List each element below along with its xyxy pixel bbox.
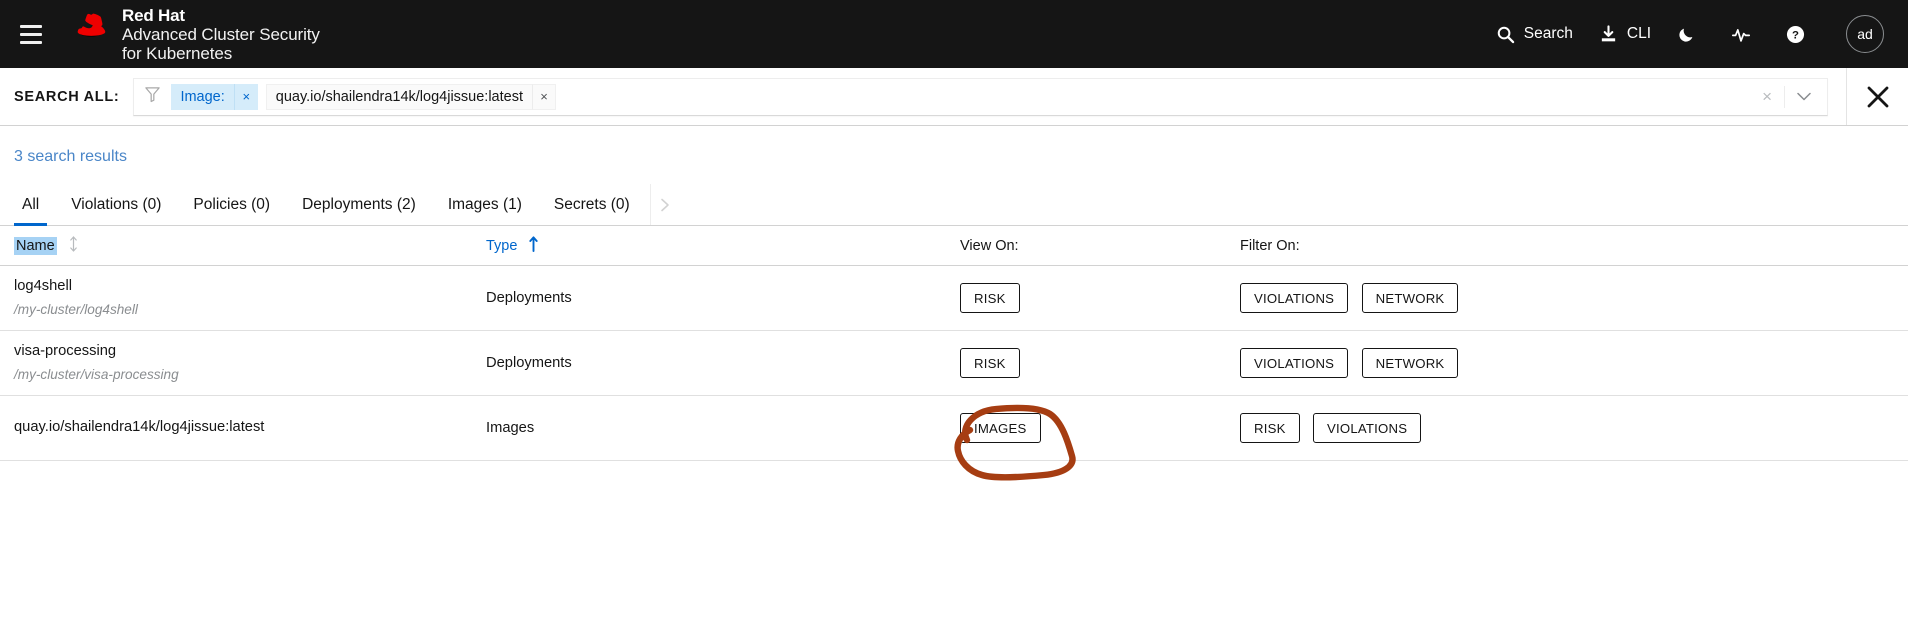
row-subtitle: /my-cluster/visa-processing	[14, 366, 179, 382]
search-input[interactable]: Image: × quay.io/shailendra14k/log4jissu…	[133, 77, 1828, 116]
hamburger-bar	[20, 32, 42, 36]
tab-images-label: Images (1)	[447, 195, 522, 213]
svg-text:?: ?	[1792, 29, 1799, 41]
moon-icon	[1677, 25, 1696, 44]
help-circle-icon: ?	[1786, 25, 1805, 44]
search-chip-value-label: quay.io/shailendra14k/log4jissue:latest	[265, 83, 532, 110]
dark-mode-toggle[interactable]	[1677, 25, 1705, 44]
search-input-actions: ×	[1750, 85, 1821, 108]
row-view-on-actions: RISK	[960, 348, 1240, 378]
masthead-actions: Search CLI ? ad	[1496, 15, 1884, 53]
column-header-type[interactable]: Type	[486, 235, 960, 256]
sortable-both-icon[interactable]	[69, 235, 78, 256]
filter-on-violations-button[interactable]: VIOLATIONS	[1313, 413, 1422, 443]
column-header-name-label: Name	[14, 236, 57, 255]
row-type: Images	[486, 420, 535, 436]
hamburger-bar	[20, 24, 42, 28]
chevron-right-icon[interactable]	[649, 184, 680, 225]
row-name[interactable]: visa-processing	[14, 342, 486, 362]
hamburger-bar	[20, 40, 42, 44]
funnel-icon	[144, 86, 161, 108]
row-name-cell: log4shell /my-cluster/log4shell	[14, 277, 486, 320]
table-header-row: Name Type View On: Filter On:	[0, 226, 1908, 266]
column-header-view-on-label: View On:	[960, 237, 1019, 254]
activity-icon	[1731, 25, 1751, 44]
row-type: Deployments	[486, 290, 572, 306]
search-chip-key[interactable]: Image: ×	[171, 83, 258, 110]
tab-violations[interactable]: Violations (0)	[55, 184, 177, 225]
column-header-filter-on: Filter On:	[1240, 238, 1894, 254]
cli-button[interactable]: CLI	[1599, 24, 1651, 44]
search-results-count: 3 search results	[14, 148, 127, 165]
user-avatar[interactable]: ad	[1846, 15, 1884, 53]
avatar-initials: ad	[1857, 26, 1873, 42]
row-view-on-actions: IMAGES	[960, 413, 1240, 443]
close-search-button[interactable]	[1846, 68, 1908, 125]
brand-subtitle-line2: for Kubernetes	[122, 44, 233, 64]
tab-all[interactable]: All	[6, 184, 55, 226]
search-button[interactable]: Search	[1496, 25, 1573, 44]
search-all-label: SEARCH ALL:	[14, 88, 120, 105]
search-chip-value[interactable]: quay.io/shailendra14k/log4jissue:latest …	[265, 83, 556, 110]
table-row[interactable]: log4shell /my-cluster/log4shell Deployme…	[0, 266, 1908, 331]
brand-text: Red Hat Advanced Cluster Security for Ku…	[122, 5, 320, 63]
row-name[interactable]: log4shell	[14, 277, 486, 297]
row-filter-on-actions: VIOLATIONS NETWORK	[1240, 283, 1894, 313]
row-name[interactable]: quay.io/shailendra14k/log4jissue:latest	[14, 418, 486, 438]
clear-search-icon[interactable]: ×	[1750, 88, 1784, 105]
system-health-button[interactable]	[1731, 25, 1760, 44]
column-header-view-on: View On:	[960, 238, 1240, 254]
brand-logo[interactable]: Red Hat Advanced Cluster Security for Ku…	[70, 5, 320, 63]
search-chip-value-remove-icon[interactable]: ×	[531, 83, 556, 110]
search-chip-key-label: Image:	[171, 83, 234, 110]
view-on-images-button[interactable]: IMAGES	[960, 413, 1041, 443]
masthead: Red Hat Advanced Cluster Security for Ku…	[0, 0, 1908, 68]
tab-deployments[interactable]: Deployments (2)	[286, 184, 432, 225]
search-icon	[1496, 25, 1515, 44]
column-header-filter-on-label: Filter On:	[1240, 237, 1300, 254]
column-header-name[interactable]: Name	[14, 235, 486, 256]
cli-button-label: CLI	[1626, 25, 1651, 42]
row-filter-on-actions: VIOLATIONS NETWORK	[1240, 348, 1894, 378]
chevron-down-icon[interactable]	[1784, 85, 1821, 108]
tab-images[interactable]: Images (1)	[432, 184, 538, 225]
tab-all-label: All	[22, 195, 40, 213]
tab-deployments-label: Deployments (2)	[302, 195, 416, 213]
filter-on-violations-button[interactable]: VIOLATIONS	[1240, 283, 1349, 313]
table-row[interactable]: visa-processing /my-cluster/visa-process…	[0, 331, 1908, 396]
filter-on-network-button[interactable]: NETWORK	[1361, 283, 1459, 313]
tab-secrets-label: Secrets (0)	[553, 195, 630, 213]
filter-on-network-button[interactable]: NETWORK	[1361, 348, 1459, 378]
tab-secrets[interactable]: Secrets (0)	[538, 184, 646, 225]
red-hat-logo-icon	[77, 13, 106, 37]
search-button-label: Search	[1523, 25, 1573, 42]
row-name-cell: quay.io/shailendra14k/log4jissue:latest	[14, 418, 486, 438]
filter-on-risk-button[interactable]: RISK	[1240, 413, 1300, 443]
search-results-table: Name Type View On: Filter On: log4shell …	[0, 226, 1908, 461]
tab-violations-label: Violations (0)	[71, 195, 162, 213]
search-chip-key-remove-icon[interactable]: ×	[233, 83, 258, 110]
app-root: Red Hat Advanced Cluster Security for Ku…	[0, 0, 1908, 617]
filter-on-violations-button[interactable]: VIOLATIONS	[1240, 348, 1349, 378]
sort-ascending-icon[interactable]	[529, 235, 539, 256]
row-filter-on-actions: RISK VIOLATIONS	[1240, 413, 1894, 443]
tab-policies[interactable]: Policies (0)	[177, 184, 286, 225]
brand-title: Red Hat	[122, 5, 185, 25]
row-view-on-actions: RISK	[960, 283, 1240, 313]
global-search-bar: SEARCH ALL: Image: × quay.io/shailendra1…	[0, 68, 1908, 126]
help-button[interactable]: ?	[1786, 25, 1814, 44]
download-icon	[1599, 24, 1618, 44]
row-name-cell: visa-processing /my-cluster/visa-process…	[14, 342, 486, 385]
row-type: Deployments	[486, 355, 572, 371]
hamburger-menu-icon[interactable]	[14, 17, 48, 51]
row-subtitle: /my-cluster/log4shell	[14, 301, 138, 317]
result-tabs: All Violations (0) Policies (0) Deployme…	[0, 184, 1908, 226]
table-row[interactable]: quay.io/shailendra14k/log4jissue:latest …	[0, 396, 1908, 461]
tab-policies-label: Policies (0)	[193, 195, 271, 213]
view-on-risk-button[interactable]: RISK	[960, 283, 1020, 313]
column-header-type-label: Type	[486, 237, 518, 254]
view-on-risk-button[interactable]: RISK	[960, 348, 1020, 378]
brand-subtitle-line1: Advanced Cluster Security	[122, 24, 320, 44]
